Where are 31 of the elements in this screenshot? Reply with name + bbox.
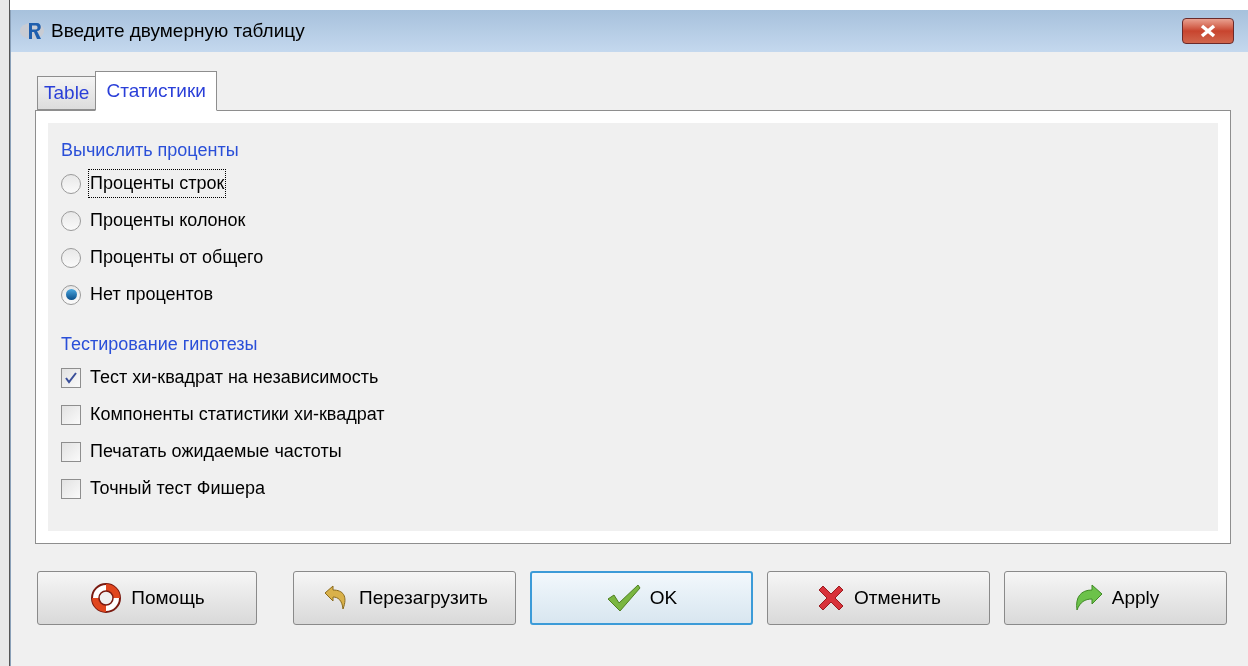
- close-icon: [1200, 24, 1216, 38]
- option-label: Тест хи-квадрат на независимость: [89, 366, 380, 389]
- dialog-button[interactable]: Перезагрузить: [293, 571, 516, 625]
- tab[interactable]: Статистики: [95, 71, 217, 111]
- radio-button[interactable]: [61, 247, 81, 268]
- checkbox[interactable]: [61, 478, 81, 499]
- checkmark-icon: [605, 583, 642, 613]
- option-label: Печатать ожидаемые частоты: [89, 440, 343, 463]
- option-label: Проценты от общего: [89, 246, 265, 269]
- checkbox[interactable]: [61, 404, 81, 425]
- dialog-button[interactable]: OK: [530, 571, 753, 625]
- lifebuoy-icon: [89, 581, 124, 615]
- radio-button[interactable]: [61, 173, 81, 194]
- section-heading: Тестирование гипотезы: [61, 333, 259, 356]
- option-label: Проценты колонок: [89, 209, 247, 232]
- option-label: Нет процентов: [89, 283, 215, 306]
- radio-button[interactable]: [61, 284, 81, 305]
- checkbox[interactable]: [61, 441, 81, 462]
- dialog-button[interactable]: Apply: [1004, 571, 1227, 625]
- tab[interactable]: Table: [37, 76, 96, 110]
- dialog-button[interactable]: Помощь: [37, 571, 257, 625]
- app-logo-icon: [19, 20, 47, 42]
- option-label: Точный тест Фишера: [89, 477, 267, 500]
- option-label: Компоненты статистики хи-квадрат: [89, 403, 386, 426]
- option-label: Проценты строк: [89, 170, 226, 197]
- checkbox[interactable]: [61, 367, 81, 388]
- radio-button[interactable]: [61, 210, 81, 231]
- close-button[interactable]: [1182, 18, 1234, 44]
- window-title: Введите двумерную таблицу: [51, 18, 305, 43]
- dialog-button[interactable]: Отменить: [767, 571, 990, 625]
- section-heading: Вычислить проценты: [61, 139, 240, 162]
